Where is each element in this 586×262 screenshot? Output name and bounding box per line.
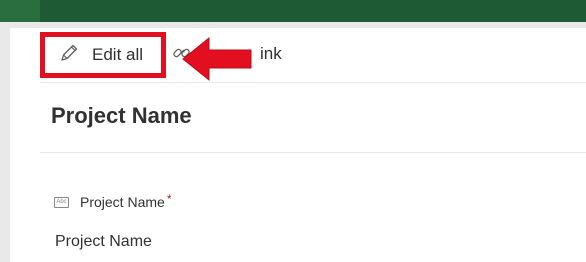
page-title: Project Name: [51, 103, 192, 128]
app-header-highlight: [0, 0, 40, 22]
left-pane-edge: [0, 22, 10, 262]
annotation-arrow-icon: [182, 36, 252, 82]
required-marker: *: [166, 192, 172, 206]
app-header-bar: [0, 0, 586, 22]
copy-link-label: ink: [260, 44, 282, 63]
annotation-highlight-box: [40, 32, 166, 78]
field-label: Project Name: [80, 194, 165, 210]
project-name-value[interactable]: Project Name: [55, 233, 152, 251]
toolbar-divider: [40, 82, 586, 83]
title-divider: [40, 152, 586, 153]
field-label-row: Abc Project Name *: [54, 192, 172, 210]
text-field-icon: Abc: [54, 196, 69, 208]
